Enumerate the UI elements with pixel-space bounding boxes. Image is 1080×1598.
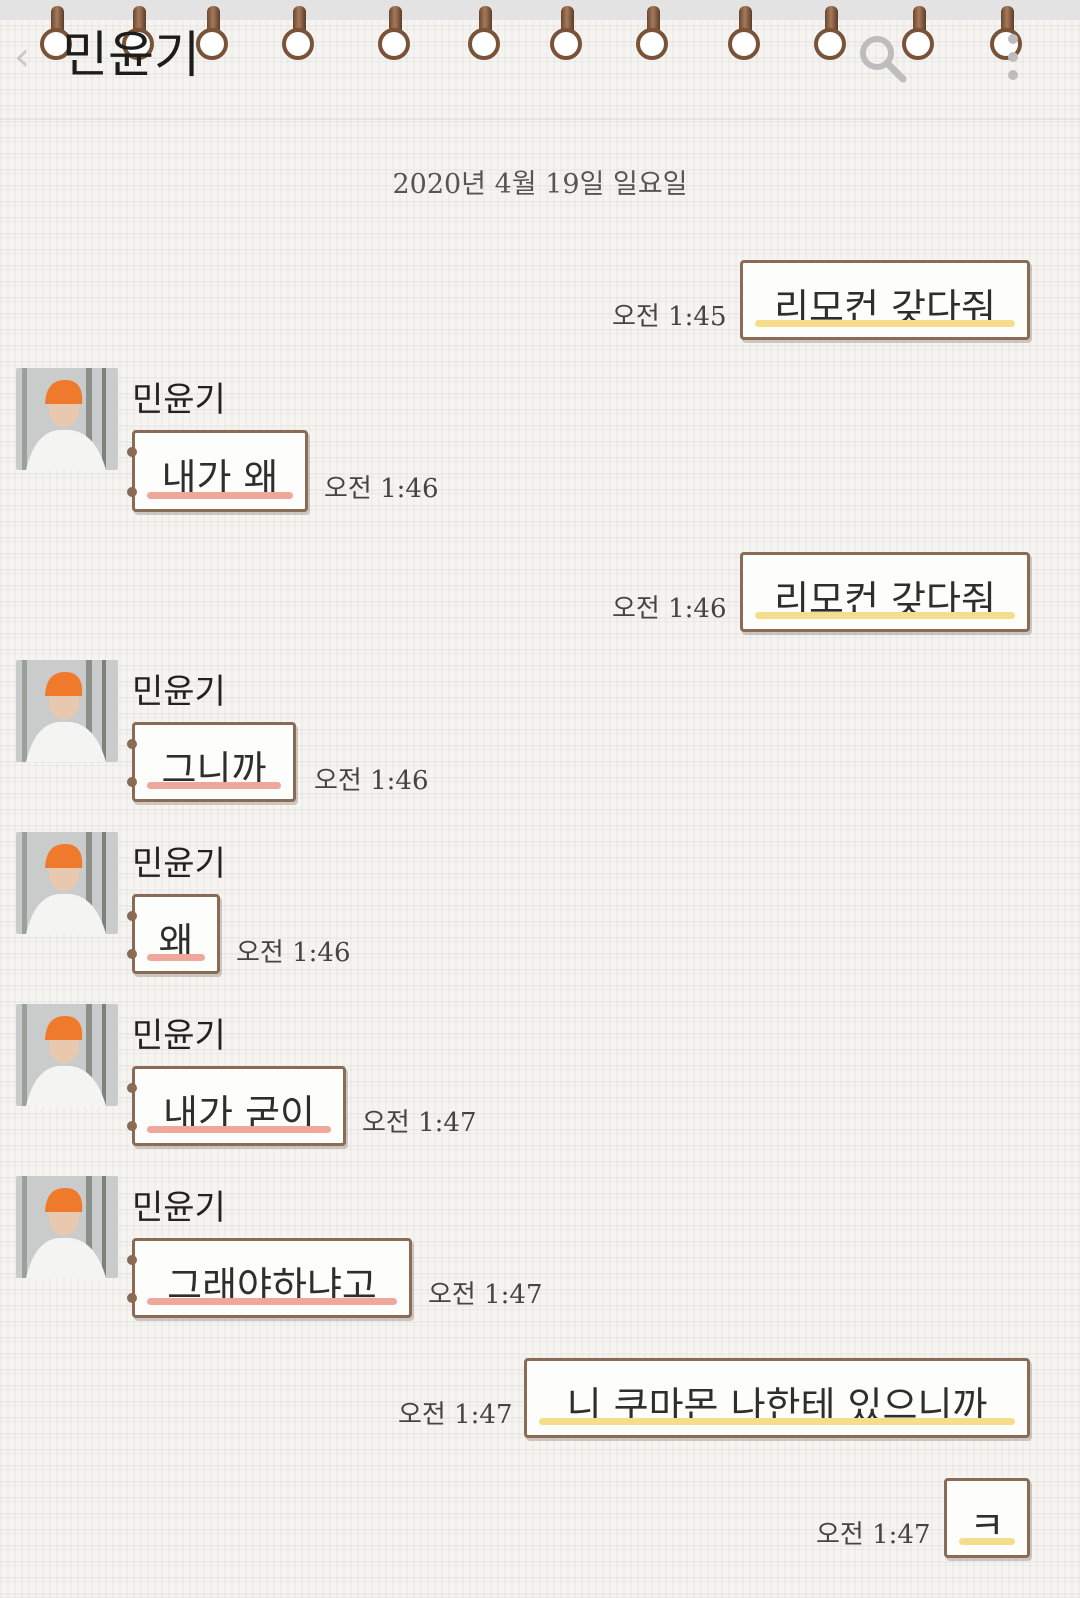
received-message-bubble[interactable]: 그니까 — [127, 722, 296, 802]
message-time: 오전 1:46 — [236, 938, 351, 968]
highlight-underline — [755, 320, 1015, 327]
received-message-bubble[interactable]: 내가 굳이 — [127, 1066, 346, 1146]
highlight-underline — [755, 612, 1015, 619]
message-time: 오전 1:45 — [612, 302, 727, 332]
received-message-bubble[interactable]: 그래야하냐고 — [127, 1238, 412, 1318]
message-time: 오전 1:47 — [816, 1520, 931, 1550]
avatar[interactable] — [16, 368, 118, 470]
sender-name: 민윤기 — [132, 1188, 226, 1228]
sender-name: 민윤기 — [132, 1016, 226, 1056]
message-time: 오전 1:46 — [612, 594, 727, 624]
highlight-underline — [147, 1298, 397, 1305]
binder-ring — [468, 6, 502, 64]
message-time: 오전 1:46 — [324, 474, 439, 504]
binder-ring — [636, 6, 670, 64]
chat-title: 민윤기 — [62, 26, 200, 84]
avatar[interactable] — [16, 832, 118, 934]
avatar[interactable] — [16, 660, 118, 762]
message-time: 오전 1:47 — [362, 1108, 477, 1138]
highlight-underline — [147, 782, 281, 789]
date-divider: 2020년 4월 19일 일요일 — [392, 169, 688, 200]
chevron-left-icon[interactable]: ‹ — [14, 34, 30, 80]
binder-ring — [550, 6, 584, 64]
highlight-underline — [147, 1126, 331, 1133]
avatar[interactable] — [16, 1176, 118, 1278]
sender-name: 민윤기 — [132, 672, 226, 712]
binder-ring — [814, 6, 848, 64]
binder-ring — [282, 6, 316, 64]
highlight-underline — [539, 1418, 1015, 1425]
sent-message-bubble[interactable]: 리모컨 갖다줘 — [740, 260, 1030, 340]
binder-ring — [196, 6, 230, 64]
highlight-underline — [147, 492, 293, 499]
highlight-underline — [147, 954, 205, 961]
search-icon[interactable] — [856, 32, 908, 84]
sent-message-bubble[interactable]: ㅋ — [944, 1478, 1030, 1558]
message-time: 오전 1:47 — [398, 1400, 513, 1430]
highlight-underline — [959, 1538, 1015, 1545]
avatar[interactable] — [16, 1004, 118, 1106]
received-message-bubble[interactable]: 왜 — [127, 894, 220, 974]
header-divider — [0, 118, 1080, 120]
sent-message-bubble[interactable]: 니 쿠마몬 나한테 있으니까 — [524, 1358, 1030, 1438]
message-time: 오전 1:47 — [428, 1280, 543, 1310]
message-time: 오전 1:46 — [314, 766, 429, 796]
binder-ring — [378, 6, 412, 64]
sender-name: 민윤기 — [132, 380, 226, 420]
binder-ring — [728, 6, 762, 64]
sender-name: 민윤기 — [132, 844, 226, 884]
more-vertical-icon[interactable] — [1008, 34, 1020, 82]
sent-message-bubble[interactable]: 리모컨 갖다줘 — [740, 552, 1030, 632]
received-message-bubble[interactable]: 내가 왜 — [127, 430, 308, 512]
chat-header: ‹ 민윤기 — [0, 0, 1080, 118]
